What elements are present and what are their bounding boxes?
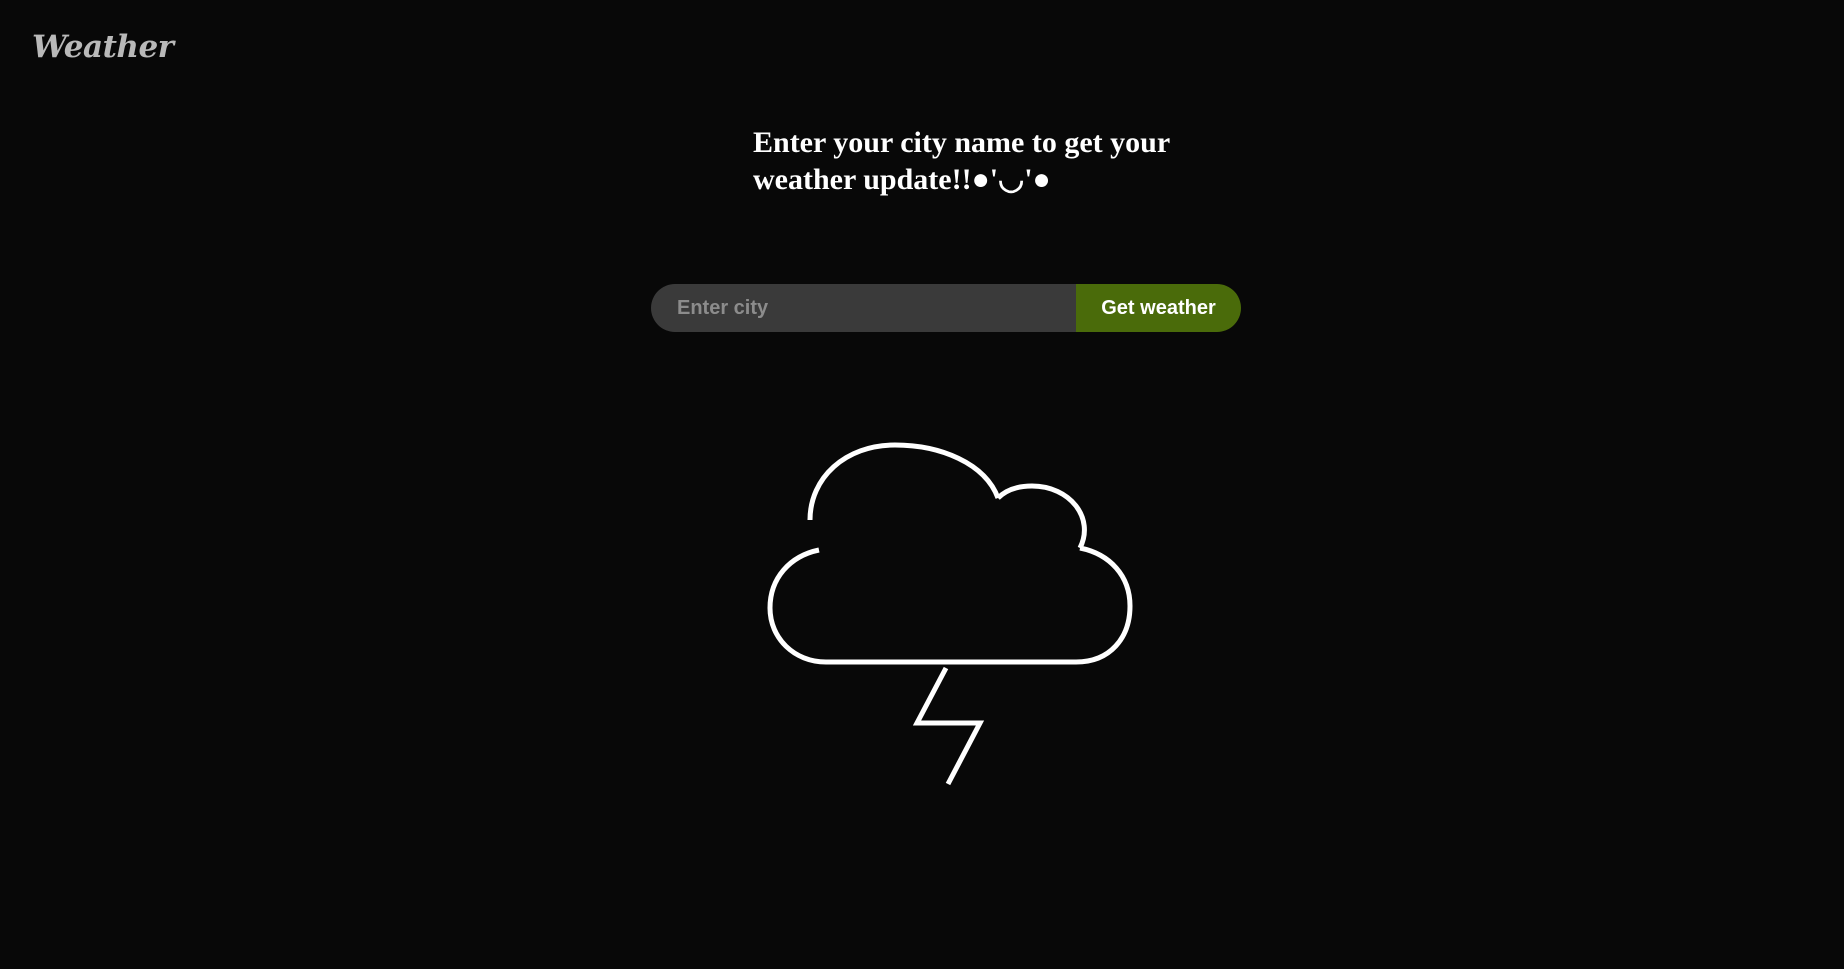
get-weather-button[interactable]: Get weather bbox=[1076, 284, 1241, 332]
city-search-input[interactable] bbox=[651, 284, 1076, 332]
search-form: Get weather bbox=[651, 284, 1241, 332]
app-brand-logo: Weather bbox=[32, 29, 174, 65]
cloud-outline-top bbox=[807, 442, 1001, 521]
weather-illustration bbox=[760, 418, 1140, 793]
cloud-outline-right-lobe bbox=[996, 483, 1087, 550]
cloud-lightning-icon bbox=[767, 442, 1133, 786]
page-headline: Enter your city name to get your weather… bbox=[753, 126, 1170, 196]
cloud-outline-bottom bbox=[767, 545, 1133, 665]
lightning-bolt bbox=[912, 666, 985, 786]
